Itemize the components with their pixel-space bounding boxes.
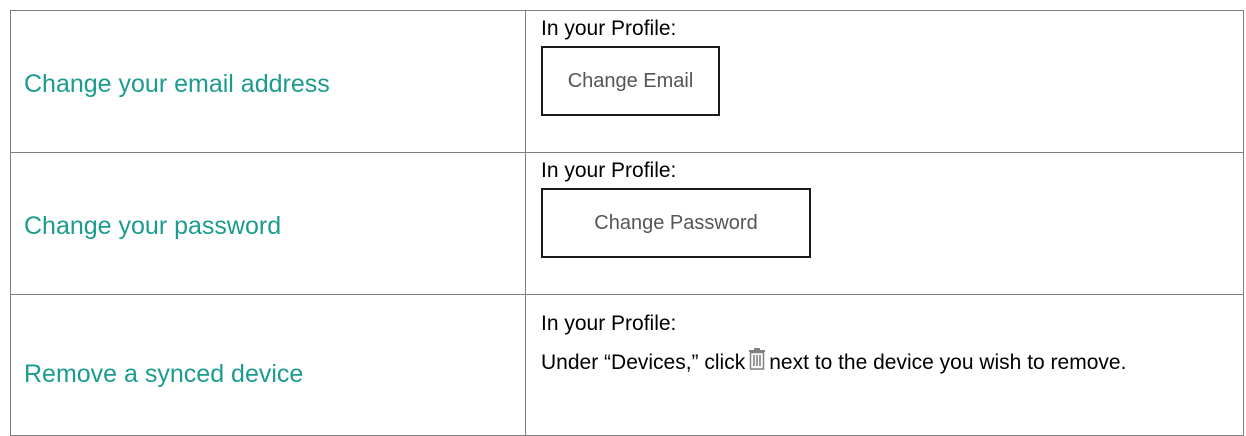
instruction-text-after-icon: next to the device you wish to remove. (769, 351, 1127, 374)
profile-intro-text: In your Profile: (541, 17, 677, 40)
instruction-cell: In your Profile: Change Password (525, 152, 1244, 295)
task-cell: Remove a synced device (10, 294, 526, 436)
change-email-button[interactable]: Change Email (541, 46, 720, 116)
table-row: Remove a synced device In your Profile: … (10, 294, 1244, 436)
profile-intro-text: In your Profile: (541, 312, 677, 335)
remove-device-instruction: Under “Devices,” click next to the devic… (541, 347, 1243, 376)
task-label-remove-device: Remove a synced device (24, 360, 304, 388)
table-row: Change your email address In your Profil… (10, 10, 1244, 153)
settings-help-table: Change your email address In your Profil… (10, 10, 1244, 436)
instruction-text-before-icon: Under “Devices,” click (541, 351, 746, 374)
task-cell: Change your password (10, 152, 526, 295)
task-cell: Change your email address (10, 10, 526, 153)
instruction-cell: In your Profile: Under “Devices,” click … (525, 294, 1244, 436)
profile-intro-text: In your Profile: (541, 159, 677, 182)
task-label-change-password: Change your password (24, 212, 282, 240)
instruction-cell: In your Profile: Change Email (525, 10, 1244, 153)
change-password-button[interactable]: Change Password (541, 188, 811, 258)
trash-icon (748, 347, 766, 371)
table-row: Change your password In your Profile: Ch… (10, 152, 1244, 295)
task-label-change-email: Change your email address (24, 70, 330, 98)
